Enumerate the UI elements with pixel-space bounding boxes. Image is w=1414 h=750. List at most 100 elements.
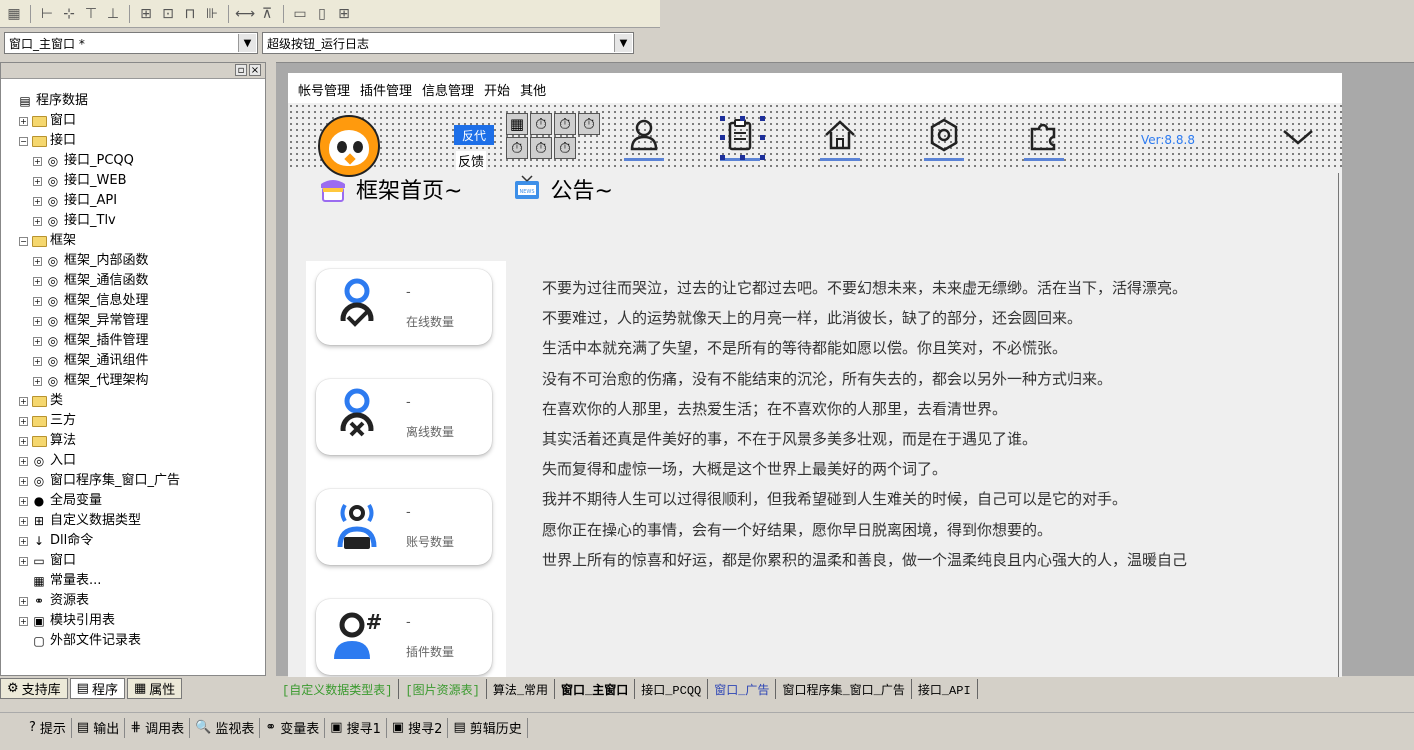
resize-v-icon[interactable]: ▯ <box>312 4 332 24</box>
menu-item[interactable]: 信息管理 <box>422 80 474 99</box>
chevron-down-icon[interactable] <box>1278 123 1318 153</box>
align-middle-icon[interactable]: ⊥ <box>103 4 123 24</box>
timer-icon[interactable]: ⏱ <box>506 137 528 159</box>
document-tab[interactable]: 接口_PCQQ <box>635 679 709 699</box>
tree-item[interactable]: ▢ 外部文件记录表 <box>1 631 265 651</box>
plugin-nav-icon[interactable] <box>1022 117 1066 161</box>
timer-icon[interactable]: ⏱ <box>554 137 576 159</box>
expand-icon[interactable]: + <box>19 456 28 466</box>
resize-both-icon[interactable]: ⊞ <box>334 4 354 24</box>
selection-handle[interactable] <box>760 116 765 121</box>
stat-card-offline[interactable]: - 离线数量 <box>306 371 506 481</box>
menu-item[interactable]: 帐号管理 <box>298 80 350 99</box>
expand-icon[interactable]: + <box>33 336 42 346</box>
tree-item[interactable]: + 算法 <box>1 431 265 451</box>
home-nav-icon[interactable] <box>818 117 862 161</box>
window-select[interactable]: 窗口_主窗口 * ▼ <box>4 32 258 54</box>
timer-icon[interactable]: ⏱ <box>578 113 600 135</box>
grid-icon[interactable]: ▦ <box>4 4 24 24</box>
selection-handle[interactable] <box>760 155 765 160</box>
menu-item[interactable]: 开始 <box>484 80 510 99</box>
expand-icon[interactable]: + <box>19 476 28 486</box>
stat-card-plugins[interactable]: # - 插件数量 <box>306 591 506 677</box>
stat-card-online[interactable]: - 在线数量 <box>306 261 506 371</box>
output-tab[interactable]: ⚭ 变量表 <box>260 717 326 738</box>
stat-card-accounts[interactable]: - 账号数量 <box>306 481 506 591</box>
restore-icon[interactable]: ▫ <box>235 64 247 76</box>
tree-item[interactable]: + ◎ 入口 <box>1 451 265 471</box>
align-left-icon[interactable]: ⊢ <box>37 4 57 24</box>
menu-item[interactable]: 其他 <box>520 80 546 99</box>
tree-item[interactable]: + ◎ 框架_插件管理 <box>1 331 265 351</box>
tree-item[interactable]: + ▭ 窗口 <box>1 551 265 571</box>
close-icon[interactable]: × <box>249 64 261 76</box>
output-tab[interactable]: 🔍 监视表 <box>190 717 261 738</box>
tree-item[interactable]: ▦ 常量表... <box>1 571 265 591</box>
home-header[interactable]: 框架首页~ <box>318 173 462 205</box>
tree-item[interactable]: + ● 全局变量 <box>1 491 265 511</box>
tree-tab[interactable]: ⚙ 支持库 <box>0 678 68 699</box>
dropdown-arrow-icon[interactable]: ▼ <box>238 34 256 52</box>
tree-item[interactable]: + ◎ 接口_Tlv <box>1 211 265 231</box>
equal-width-icon[interactable]: ⟷ <box>235 4 255 24</box>
selection-handle[interactable] <box>720 116 725 121</box>
tree-item[interactable]: + ⊞ 自定义数据类型 <box>1 511 265 531</box>
settings-nav-icon[interactable] <box>922 117 966 161</box>
selection-handle[interactable] <box>740 116 745 121</box>
document-tab[interactable]: 算法_常用 <box>487 679 556 699</box>
document-tab[interactable]: 窗口_主窗口 <box>555 679 636 699</box>
expand-icon[interactable]: + <box>33 376 42 386</box>
selection-handle[interactable] <box>720 155 725 160</box>
selection-handle[interactable] <box>740 155 745 160</box>
document-tab[interactable]: 窗口_广告 <box>708 679 777 699</box>
proxy-button[interactable]: 反代 <box>454 125 494 145</box>
expand-icon[interactable]: + <box>19 436 28 446</box>
tree-item[interactable]: + 窗口 <box>1 111 265 131</box>
expand-icon[interactable]: + <box>19 496 28 506</box>
expand-icon[interactable]: + <box>33 316 42 326</box>
timer-icon[interactable]: ⏱ <box>530 137 552 159</box>
selection-handle[interactable] <box>760 135 765 140</box>
output-tab[interactable]: ? 提示 <box>24 717 72 738</box>
calendar-icon[interactable]: ▦ <box>506 113 528 135</box>
equal-height-icon[interactable]: ⊼ <box>257 4 277 24</box>
tree-item[interactable]: + ◎ 框架_内部函数 <box>1 251 265 271</box>
event-select[interactable]: 超级按钮_运行日志 ▼ <box>262 32 634 54</box>
tree-item[interactable]: + 类 <box>1 391 265 411</box>
output-tab[interactable]: ⋕ 调用表 <box>125 717 191 738</box>
output-tab[interactable]: ▤ 剪辑历史 <box>448 717 528 738</box>
tree-item[interactable]: + ⚭ 资源表 <box>1 591 265 611</box>
expand-icon[interactable]: + <box>19 616 28 626</box>
expand-icon[interactable]: + <box>33 196 42 206</box>
expand-icon[interactable]: + <box>19 556 28 566</box>
selection-handle[interactable] <box>720 135 725 140</box>
feedback-button[interactable]: 反馈 <box>456 151 487 170</box>
expand-icon[interactable]: + <box>19 116 28 126</box>
timer-icon[interactable]: ⏱ <box>530 113 552 135</box>
tree-tab[interactable]: ▦ 属性 <box>126 678 183 699</box>
resize-h-icon[interactable]: ▭ <box>290 4 310 24</box>
document-tab[interactable]: [图片资源表] <box>399 679 487 699</box>
expand-icon[interactable]: + <box>33 156 42 166</box>
tree-item[interactable]: + ◎ 接口_WEB <box>1 171 265 191</box>
expand-icon[interactable]: + <box>19 416 28 426</box>
expand-icon[interactable]: + <box>33 176 42 186</box>
align-center-icon[interactable]: ⊹ <box>59 4 79 24</box>
expand-icon[interactable]: + <box>33 216 42 226</box>
tree-item[interactable]: + ◎ 框架_异常管理 <box>1 311 265 331</box>
space-icon[interactable]: ⊓ <box>180 4 200 24</box>
tree-item[interactable]: − 接口 <box>1 131 265 151</box>
center-h-icon[interactable]: ⊡ <box>158 4 178 24</box>
tree-item[interactable]: + ◎ 框架_通信函数 <box>1 271 265 291</box>
output-tab[interactable]: ▣ 搜寻2 <box>387 717 449 738</box>
tree-tab[interactable]: ▤ 程序 <box>69 678 125 699</box>
tree-item[interactable]: ▤ 程序数据 <box>1 91 265 111</box>
collapse-icon[interactable]: − <box>19 236 28 246</box>
tree-item[interactable]: + ◎ 接口_PCQQ <box>1 151 265 171</box>
tree-item[interactable]: + ◎ 窗口程序集_窗口_广告 <box>1 471 265 491</box>
user-nav-icon[interactable] <box>622 117 666 161</box>
tree-item[interactable]: + ↓ Dll命令 <box>1 531 265 551</box>
collapse-icon[interactable]: − <box>19 136 28 146</box>
menu-item[interactable]: 插件管理 <box>360 80 412 99</box>
notice-header[interactable]: NEWS 公告~ <box>512 173 613 205</box>
